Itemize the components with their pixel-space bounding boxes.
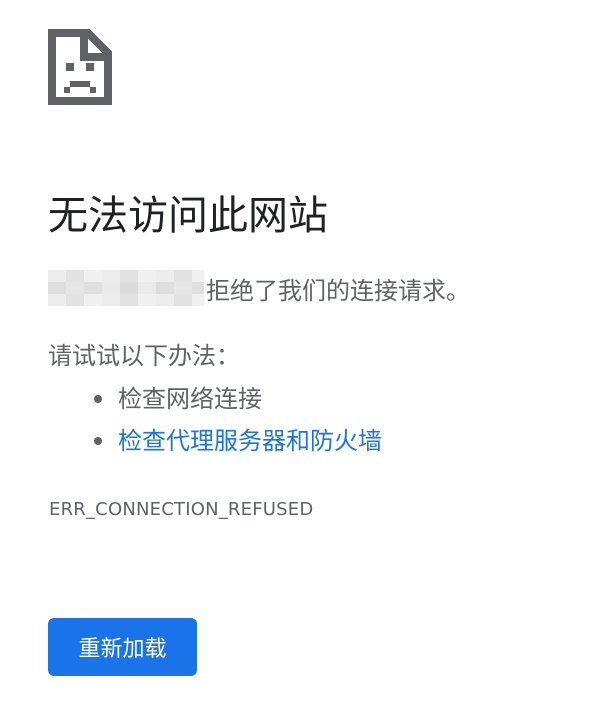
suggestion-check-network: 检查网络连接 [48,380,382,422]
suggestions-heading: 请试试以下办法： [48,342,240,370]
bullet-icon [94,395,102,403]
sad-document-icon [48,29,112,105]
redacted-hostname [48,270,204,306]
bullet-icon [94,437,102,445]
suggestion-check-proxy-firewall: 检查代理服务器和防火墙 [48,422,382,464]
check-proxy-firewall-link[interactable]: 检查代理服务器和防火墙 [118,427,382,455]
error-code: ERR_CONNECTION_REFUSED [49,499,314,520]
page-title: 无法访问此网站 [48,193,328,239]
suggestions-list: 检查网络连接 检查代理服务器和防火墙 [48,380,382,464]
error-detail-message: 拒绝了我们的连接请求。 [206,276,470,305]
reload-button[interactable]: 重新加载 [48,618,197,676]
error-detail: 拒绝了我们的连接请求。 [48,268,470,308]
suggestion-label: 检查网络连接 [118,385,262,413]
